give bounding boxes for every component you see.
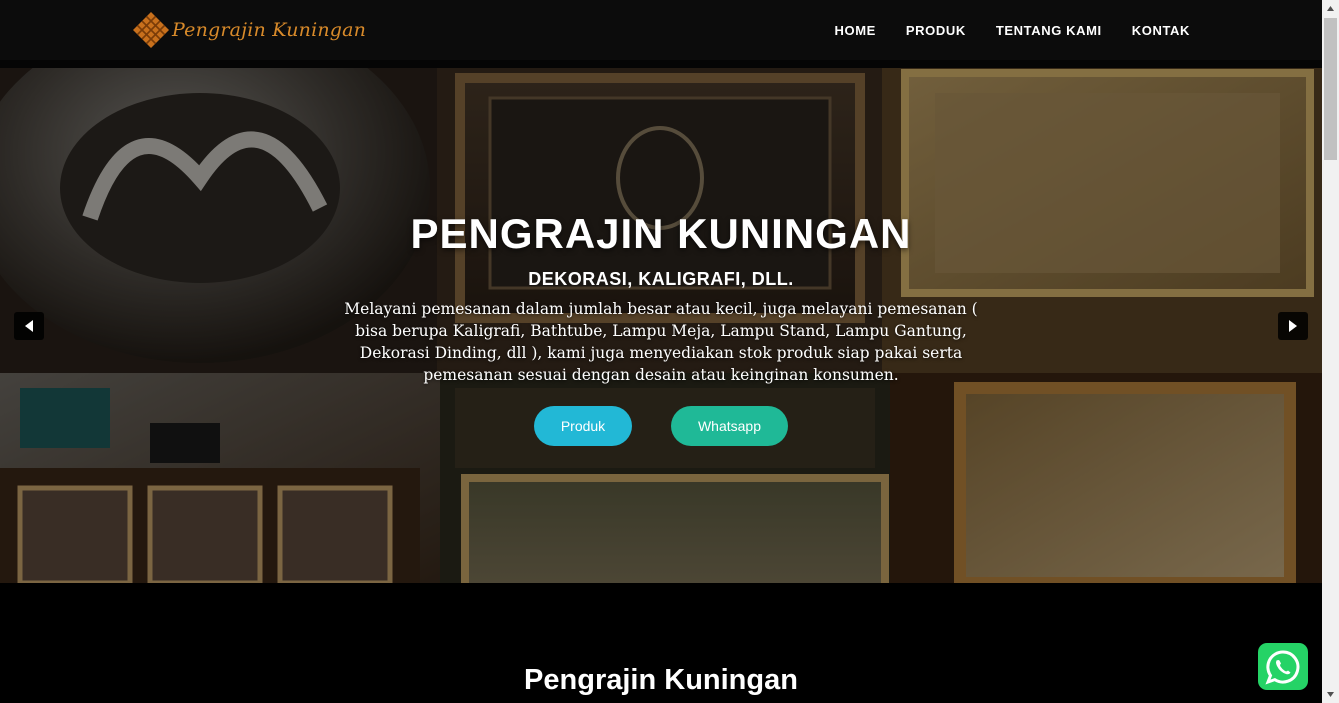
produk-button[interactable]: Produk (534, 406, 632, 446)
hero-subtitle: DEKORASI, KALIGRAFI, DLL. (528, 269, 794, 289)
carousel-prev-button[interactable] (14, 312, 44, 340)
whatsapp-float-button[interactable] (1258, 643, 1308, 690)
logo-diamond-icon (133, 12, 169, 48)
hero-title: PENGRAJIN KUNINGAN (410, 210, 912, 257)
navbar: Pengrajin Kuningan HOME PRODUK TENTANG K… (0, 0, 1322, 60)
hero-description: Melayani pemesanan dalam jumlah besar at… (344, 300, 978, 384)
caret-left-icon (25, 320, 33, 332)
hero-carousel: PENGRAJIN KUNINGAN DEKORASI, KALIGRAFI, … (0, 68, 1322, 583)
scroll-down-arrow-icon[interactable] (1322, 686, 1339, 703)
nav-produk[interactable]: PRODUK (906, 23, 966, 38)
whatsapp-icon (1265, 649, 1300, 684)
navbar-divider (0, 60, 1322, 68)
nav-tentang-kami[interactable]: TENTANG KAMI (996, 23, 1102, 38)
caret-right-icon (1289, 320, 1297, 332)
carousel-next-button[interactable] (1278, 312, 1308, 340)
hero-buttons: Produk Whatsapp (330, 406, 992, 446)
hero-content: PENGRAJIN KUNINGAN DEKORASI, KALIGRAFI, … (330, 208, 992, 446)
whatsapp-button[interactable]: Whatsapp (671, 406, 788, 446)
section-title: Pengrajin Kuningan (524, 664, 798, 696)
site-logo[interactable]: Pengrajin Kuningan (132, 11, 366, 49)
page-scrollbar[interactable] (1322, 0, 1339, 703)
logo-text: Pengrajin Kuningan (172, 19, 367, 41)
nav-home[interactable]: HOME (835, 23, 876, 38)
main-nav: HOME PRODUK TENTANG KAMI KONTAK (805, 0, 1191, 60)
nav-kontak[interactable]: KONTAK (1132, 23, 1190, 38)
scroll-up-arrow-icon[interactable] (1322, 0, 1339, 17)
scrollbar-thumb[interactable] (1324, 18, 1337, 160)
intro-section: Pengrajin Kuningan (0, 583, 1322, 703)
